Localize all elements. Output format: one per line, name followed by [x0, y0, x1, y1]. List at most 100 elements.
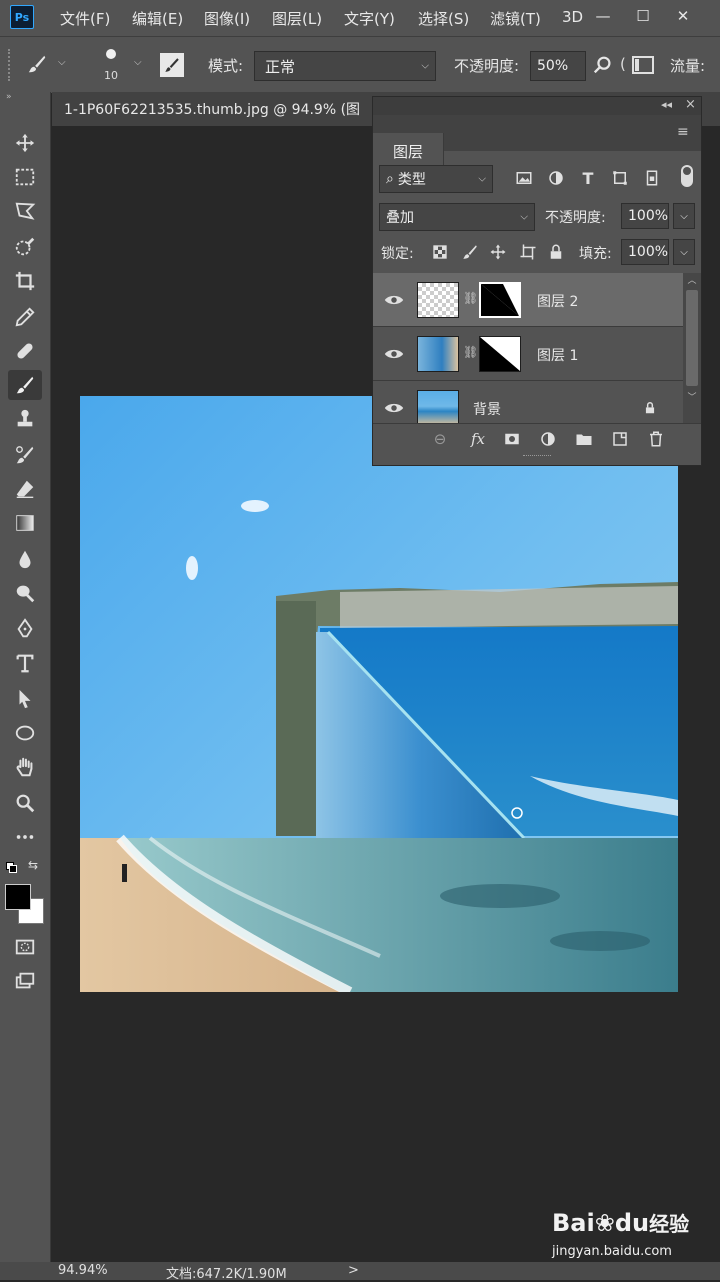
tablet-pressure-icon[interactable]	[632, 56, 654, 74]
layer-name[interactable]: 背景	[473, 399, 501, 419]
mode-select[interactable]: 正常 ⌵	[254, 51, 436, 81]
collapse-panel-icon[interactable]: ◂◂	[661, 98, 672, 111]
healing-brush-tool-icon[interactable]	[8, 336, 42, 366]
pen-tool-icon[interactable]	[8, 614, 42, 644]
photoshop-logo[interactable]: Ps	[10, 5, 34, 29]
fx-icon[interactable]: fx	[467, 428, 489, 450]
layer-name[interactable]: 图层 1	[537, 345, 578, 365]
eyedropper-tool-icon[interactable]	[8, 302, 42, 332]
shape-filter-icon[interactable]	[609, 167, 631, 189]
layers-scrollbar[interactable]: ︿ ﹀	[683, 273, 701, 423]
filter-toggle[interactable]	[681, 165, 693, 187]
brush-tip-icon[interactable]	[106, 49, 116, 59]
layer-row-layer-1[interactable]: ⛓ 图层 1	[373, 327, 683, 381]
history-brush-tool-icon[interactable]	[8, 440, 42, 470]
search-icon[interactable]	[592, 54, 614, 76]
adjustment-layer-icon[interactable]	[537, 428, 559, 450]
quick-mask-icon[interactable]	[8, 932, 42, 962]
brush-tool-icon[interactable]	[8, 370, 42, 400]
layer-mask-thumbnail[interactable]	[479, 336, 521, 372]
swap-colors-icon[interactable]: ⇆	[28, 858, 38, 872]
menu-3d[interactable]: 3D	[562, 8, 583, 26]
chevron-down-icon[interactable]: ⌵	[134, 57, 142, 68]
chevron-down-icon[interactable]: ⌵	[58, 57, 66, 68]
chevron-up-icon[interactable]: ︿	[683, 273, 701, 286]
type-filter-icon[interactable]: T	[577, 167, 599, 189]
menu-image[interactable]: 图像(I)	[204, 8, 250, 29]
marquee-tool-icon[interactable]	[8, 162, 42, 192]
lock-all-icon[interactable]	[545, 241, 567, 263]
foreground-color-swatch[interactable]	[5, 884, 31, 910]
type-tool-icon[interactable]	[8, 648, 42, 678]
restore-button[interactable]: ☐	[624, 2, 662, 30]
opacity-input[interactable]: 50%	[530, 51, 586, 81]
menu-edit[interactable]: 编辑(E)	[132, 8, 183, 29]
layer-row-layer-2[interactable]: ⛓ 图层 2	[373, 273, 683, 327]
new-layer-icon[interactable]	[609, 428, 631, 450]
zoom-tool-icon[interactable]	[8, 788, 42, 818]
brush-preset-icon[interactable]	[26, 53, 48, 75]
close-button[interactable]: ✕	[664, 2, 702, 30]
lock-transparent-icon[interactable]	[429, 241, 451, 263]
layer-name[interactable]: 图层 2	[537, 291, 578, 311]
panel-menu-icon[interactable]: ≡	[677, 124, 689, 140]
default-colors-icon[interactable]	[6, 862, 17, 873]
resize-grip[interactable]	[523, 455, 551, 460]
screen-mode-icon[interactable]	[8, 966, 42, 996]
zoom-level[interactable]: 94.94%	[58, 1263, 108, 1278]
brush-panel-icon[interactable]	[160, 53, 184, 77]
image-filter-icon[interactable]	[513, 167, 535, 189]
document-canvas[interactable]	[80, 396, 678, 992]
move-tool-icon[interactable]	[8, 128, 42, 158]
layer-mask-thumbnail[interactable]	[479, 282, 521, 318]
blur-tool-icon[interactable]	[8, 544, 42, 574]
chevron-down-icon[interactable]: ﹀	[683, 390, 701, 403]
document-tab[interactable]: 1-1P60F62213535.thumb.jpg @ 94.9% (图	[52, 92, 373, 126]
menu-select[interactable]: 选择(S)	[418, 8, 469, 29]
minimize-button[interactable]: —	[584, 2, 622, 30]
eye-visibility-icon[interactable]	[383, 397, 405, 419]
chevron-down-icon[interactable]: ⌵	[673, 239, 695, 265]
eye-visibility-icon[interactable]	[383, 343, 405, 365]
adjustment-filter-icon[interactable]	[545, 167, 567, 189]
drag-handle[interactable]	[8, 49, 14, 81]
eye-visibility-icon[interactable]	[383, 289, 405, 311]
ellipse-tool-icon[interactable]	[8, 718, 42, 748]
panel-title-bar[interactable]: ◂◂ ×	[373, 97, 701, 115]
dodge-tool-icon[interactable]	[8, 578, 42, 608]
eraser-tool-icon[interactable]	[8, 474, 42, 504]
trash-icon[interactable]	[645, 428, 667, 450]
crop-tool-icon[interactable]	[8, 266, 42, 296]
path-selection-tool-icon[interactable]	[8, 684, 42, 714]
layer-thumbnail[interactable]	[417, 336, 459, 372]
link-icon[interactable]: ⛓	[463, 291, 478, 305]
layer-opacity-input[interactable]: 100%	[621, 203, 669, 229]
status-menu-arrow[interactable]: >	[348, 1263, 359, 1278]
layer-filter-select[interactable]: ⌕ 类型 ⌵	[379, 165, 493, 193]
layer-row-background[interactable]: 背景	[373, 381, 683, 426]
menu-layer[interactable]: 图层(L)	[272, 8, 322, 29]
tab-layers[interactable]: 图层	[373, 133, 444, 169]
add-mask-icon[interactable]	[501, 428, 523, 450]
stamp-tool-icon[interactable]	[8, 404, 42, 434]
layer-thumbnail[interactable]	[417, 282, 459, 318]
more-tools-icon[interactable]	[8, 822, 42, 852]
menu-type[interactable]: 文字(Y)	[344, 8, 395, 29]
quick-select-tool-icon[interactable]	[8, 232, 42, 262]
scrollbar-thumb[interactable]	[686, 290, 698, 386]
lock-artboard-icon[interactable]	[517, 241, 539, 263]
link-layers-icon[interactable]: ⊖	[429, 428, 451, 450]
layer-thumbnail[interactable]	[417, 390, 459, 426]
close-panel-icon[interactable]: ×	[685, 97, 696, 112]
hand-tool-icon[interactable]	[8, 752, 42, 782]
blend-mode-select[interactable]: 叠加 ⌵	[379, 203, 535, 231]
folder-icon[interactable]	[573, 428, 595, 450]
lasso-tool-icon[interactable]	[8, 196, 42, 226]
collapse-panel-icon[interactable]: »	[6, 92, 12, 102]
fill-input[interactable]: 100%	[621, 239, 669, 265]
lock-position-icon[interactable]	[487, 241, 509, 263]
chevron-down-icon[interactable]: ⌵	[673, 203, 695, 229]
menu-filter[interactable]: 滤镜(T)	[490, 8, 541, 29]
smart-object-filter-icon[interactable]	[641, 167, 663, 189]
link-icon[interactable]: ⛓	[463, 345, 478, 359]
